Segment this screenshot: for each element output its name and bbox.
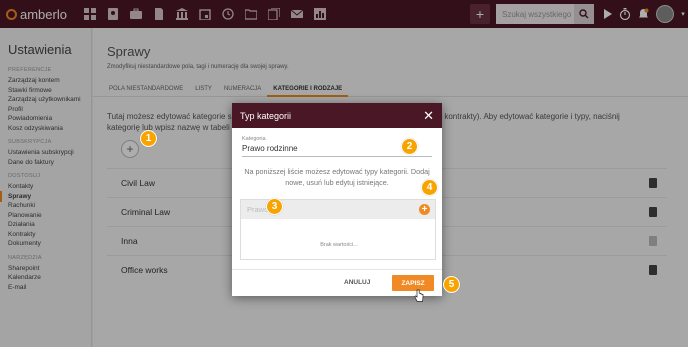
dialog-title: Typ kategorii: [240, 110, 292, 121]
save-button[interactable]: ZAPISZ: [392, 275, 434, 291]
add-type-icon[interactable]: +: [419, 204, 430, 215]
step-marker-2: 2: [401, 138, 418, 155]
cancel-button[interactable]: ANULUJ: [344, 279, 370, 286]
category-field-label: Kategoria: [242, 136, 266, 142]
step-marker-3: 3: [266, 198, 283, 215]
dialog-footer: ANULUJ ZAPISZ: [232, 269, 442, 296]
dialog-header: Typ kategorii ✕: [232, 103, 442, 128]
close-icon[interactable]: ✕: [423, 109, 434, 122]
step-marker-1: 1: [140, 130, 157, 147]
category-type-dialog: Typ kategorii ✕ Kategoria Prawo rodzinne…: [232, 103, 442, 296]
dialog-info-text: Na poniższej liście możesz edytować typy…: [244, 167, 430, 187]
step-marker-5: 5: [443, 276, 460, 293]
empty-list-text: Brak wartości...: [320, 242, 358, 248]
hand-cursor-icon: [414, 289, 424, 302]
step-marker-4: 4: [421, 179, 438, 196]
